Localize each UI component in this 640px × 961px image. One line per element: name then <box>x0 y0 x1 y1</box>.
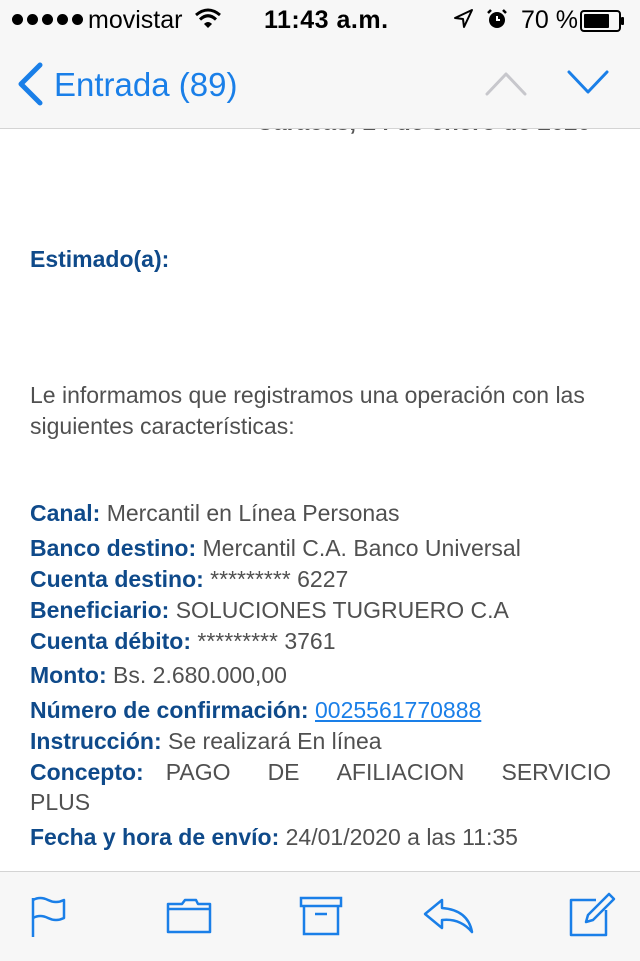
field-value-line2: PLUS <box>30 789 91 815</box>
field-label: Cuenta destino: <box>30 566 204 592</box>
field-label: Fecha y hora de envío: <box>30 824 280 850</box>
navigation-bar: Entrada (89) <box>0 40 640 129</box>
concept-word: PAGO <box>165 759 231 785</box>
chevron-down-icon[interactable] <box>566 68 610 103</box>
field-label: Banco destino: <box>30 535 197 561</box>
field-label: Canal: <box>30 500 101 526</box>
field-fecha-envio: Fecha y hora de envío: 24/01/2020 a las … <box>30 822 518 852</box>
field-value: Mercantil C.A. Banco Universal <box>202 535 521 561</box>
greeting: Estimado(a): <box>30 246 170 272</box>
wifi-icon <box>195 8 221 36</box>
email-body[interactable]: Caracas, 24 de enero de 2020 Estimado(a)… <box>0 129 640 871</box>
flag-icon[interactable] <box>30 894 68 943</box>
concept-word: DE <box>267 759 300 785</box>
chevron-left-icon[interactable] <box>16 62 44 111</box>
field-banco-destino: Banco destino: Mercantil C.A. Banco Univ… <box>30 533 521 563</box>
field-label: Monto: <box>30 662 107 688</box>
field-value: Mercantil en Línea Personas <box>106 500 400 526</box>
archive-icon[interactable] <box>299 896 343 941</box>
field-cuenta-destino: Cuenta destino: ********* 6227 <box>30 564 348 594</box>
battery-icon <box>580 10 624 32</box>
field-value-line1: PAGO DE AFILIACION SERVICIO <box>144 757 611 787</box>
reply-icon[interactable] <box>422 898 476 939</box>
field-instruccion: Instrucción: Se realizará En línea <box>30 726 382 756</box>
field-concepto: Concepto: PAGO DE AFILIACION SERVICIO PL… <box>30 757 611 817</box>
field-label: Concepto: <box>30 759 144 785</box>
compose-icon[interactable] <box>568 890 616 943</box>
field-value: ********* 3761 <box>197 628 336 654</box>
location-arrow-icon <box>452 8 474 36</box>
field-label: Cuenta débito: <box>30 628 191 654</box>
field-value: Bs. 2.680.000,00 <box>113 662 287 688</box>
folder-icon[interactable] <box>166 898 212 939</box>
chevron-up-icon[interactable] <box>484 68 528 103</box>
signal-strength-icon <box>12 14 83 25</box>
clock-time: 11:43 a.m. <box>264 6 389 34</box>
battery-percent: 70 % <box>521 6 578 34</box>
field-monto: Monto: Bs. 2.680.000,00 <box>30 660 287 690</box>
field-value: 24/01/2020 a las 11:35 <box>285 824 518 850</box>
alarm-icon <box>486 8 508 36</box>
field-value: ********* 6227 <box>210 566 349 592</box>
field-value: SOLUCIONES TUGRUERO C.A <box>175 597 509 623</box>
field-value: Se realizará En línea <box>168 728 382 754</box>
status-bar: movistar 11:43 a.m. 70 % <box>0 0 640 40</box>
confirmation-number-link[interactable]: 0025561770888 <box>315 697 481 723</box>
field-canal: Canal: Mercantil en Línea Personas <box>30 498 399 528</box>
field-label: Beneficiario: <box>30 597 170 623</box>
concept-word: AFILIACION <box>336 759 465 785</box>
concept-word: SERVICIO <box>501 759 611 785</box>
field-label: Número de confirmación: <box>30 697 309 723</box>
field-cuenta-debito: Cuenta débito: ********* 3761 <box>30 626 336 656</box>
field-numero-confirmacion: Número de confirmación: 0025561770888 <box>30 695 481 725</box>
field-label: Instrucción: <box>30 728 162 754</box>
email-date-partial: Caracas, 24 de enero de 2020 <box>256 129 591 137</box>
field-beneficiario: Beneficiario: SOLUCIONES TUGRUERO C.A <box>30 595 509 625</box>
carrier-name: movistar <box>88 6 183 34</box>
intro-paragraph: Le informamos que registramos una operac… <box>30 382 585 439</box>
back-button-inbox[interactable]: Entrada (89) <box>54 65 237 105</box>
bottom-toolbar <box>0 871 640 961</box>
